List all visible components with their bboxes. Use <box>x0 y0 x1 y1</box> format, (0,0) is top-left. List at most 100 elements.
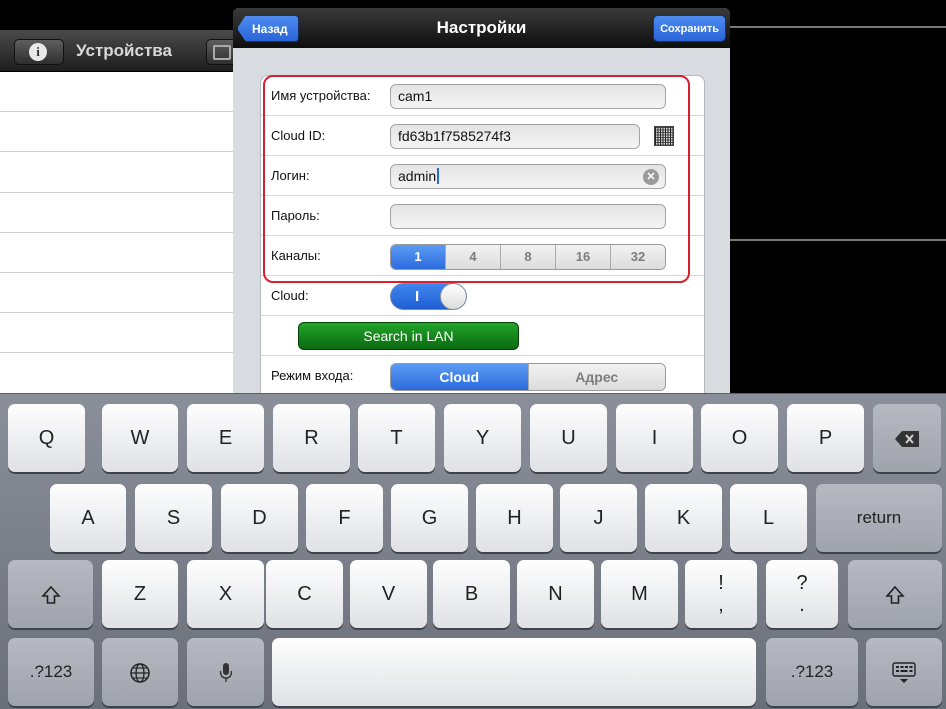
backspace-key[interactable] <box>873 404 941 472</box>
globe-icon <box>130 662 150 683</box>
modal-navigation-bar: Назад Настройки Сохранить <box>233 8 730 48</box>
hide-keyboard-key[interactable] <box>866 638 942 706</box>
channel-option-8[interactable]: 8 <box>500 245 555 269</box>
dictation-key[interactable] <box>187 638 264 706</box>
search-row: Search in LAN <box>261 316 704 356</box>
camera-view <box>728 0 946 395</box>
settings-modal: Назад Настройки Сохранить Имя устройства… <box>233 8 730 398</box>
devices-list <box>0 72 258 394</box>
channel-option-1[interactable]: 1 <box>391 245 445 269</box>
space-key[interactable] <box>272 638 756 706</box>
channel-option-4[interactable]: 4 <box>445 245 500 269</box>
screen: i Устройства Назад Настройки Сохранить И… <box>0 0 946 709</box>
key-n[interactable]: N <box>517 560 594 628</box>
shift-key-right[interactable] <box>848 560 942 628</box>
channels-segmented-control: 1 4 8 16 32 <box>390 244 666 270</box>
key-c[interactable]: C <box>266 560 343 628</box>
key-t[interactable]: T <box>358 404 435 472</box>
password-label: Пароль: <box>271 208 320 223</box>
list-item[interactable] <box>0 192 258 233</box>
numbers-key-left[interactable]: .?123 <box>8 638 94 706</box>
shift-icon <box>885 585 905 604</box>
key-k[interactable]: K <box>645 484 722 552</box>
login-mode-cloud[interactable]: Cloud <box>391 364 528 390</box>
channel-option-16[interactable]: 16 <box>555 245 610 269</box>
return-key[interactable]: return <box>816 484 942 552</box>
channels-label: Каналы: <box>271 248 321 263</box>
text-cursor <box>437 168 440 184</box>
key-e[interactable]: E <box>187 404 264 472</box>
onscreen-keyboard: Q W E R T Y U I O P A S D F G H J K L re… <box>0 393 946 709</box>
list-item[interactable] <box>0 232 258 273</box>
channel-option-32[interactable]: 32 <box>610 245 665 269</box>
key-upper-char: ! <box>718 572 724 594</box>
cloud-toggle-on-text: I <box>415 288 420 305</box>
key-lower-char: . <box>799 594 805 616</box>
key-h[interactable]: H <box>476 484 553 552</box>
login-value: admin <box>398 168 437 184</box>
shift-icon <box>40 585 61 604</box>
key-exclamation-comma[interactable]: ! , <box>685 560 757 628</box>
clear-text-icon[interactable]: ✕ <box>643 169 659 185</box>
login-mode-label: Режим входа: <box>271 368 354 383</box>
login-label: Логин: <box>271 168 310 183</box>
list-item[interactable] <box>0 112 258 153</box>
key-upper-char: ? <box>796 572 808 594</box>
channels-row: Каналы: 1 4 8 16 32 <box>261 236 704 276</box>
list-item[interactable] <box>0 72 258 113</box>
key-question-period[interactable]: ? . <box>766 560 838 628</box>
key-q[interactable]: Q <box>8 404 85 472</box>
devices-panel: i Устройства <box>0 0 258 395</box>
cloud-id-row: Cloud ID: fd63b1f7585274f3 <box>261 116 704 156</box>
list-item[interactable] <box>0 313 258 354</box>
hide-keyboard-icon <box>892 662 916 683</box>
list-item[interactable] <box>0 353 258 394</box>
globe-key[interactable] <box>102 638 178 706</box>
key-i[interactable]: I <box>616 404 693 472</box>
login-field[interactable]: admin ✕ <box>390 164 666 189</box>
cloud-toggle[interactable]: I <box>390 283 467 310</box>
search-in-lan-button[interactable]: Search in LAN <box>298 322 519 350</box>
key-j[interactable]: J <box>560 484 637 552</box>
divider <box>728 239 946 241</box>
key-z[interactable]: Z <box>102 560 178 628</box>
cloud-id-field[interactable]: fd63b1f7585274f3 <box>390 124 640 149</box>
key-p[interactable]: P <box>787 404 864 472</box>
divider <box>728 26 946 28</box>
device-name-label: Имя устройства: <box>271 88 371 103</box>
login-mode-address[interactable]: Адрес <box>527 364 665 390</box>
cloud-id-label: Cloud ID: <box>271 128 326 143</box>
save-button[interactable]: Сохранить <box>653 15 726 42</box>
key-s[interactable]: S <box>135 484 212 552</box>
list-item[interactable] <box>0 152 258 193</box>
numbers-key-right[interactable]: .?123 <box>766 638 858 706</box>
key-d[interactable]: D <box>221 484 298 552</box>
login-mode-row: Режим входа: Cloud Адрес <box>261 356 704 396</box>
key-a[interactable]: A <box>50 484 126 552</box>
key-f[interactable]: F <box>306 484 383 552</box>
key-l[interactable]: L <box>730 484 807 552</box>
key-g[interactable]: G <box>391 484 468 552</box>
login-mode-segmented-control: Cloud Адрес <box>390 363 666 391</box>
list-item[interactable] <box>0 272 258 314</box>
key-x[interactable]: X <box>187 560 264 628</box>
shift-key-left[interactable] <box>8 560 93 628</box>
cloud-label: Cloud: <box>271 288 309 303</box>
key-w[interactable]: W <box>102 404 178 472</box>
key-v[interactable]: V <box>350 560 427 628</box>
info-button[interactable]: i <box>14 39 64 65</box>
key-b[interactable]: B <box>433 560 510 628</box>
microphone-icon <box>219 662 232 682</box>
key-y[interactable]: Y <box>444 404 521 472</box>
key-u[interactable]: U <box>530 404 607 472</box>
password-row: Пароль: <box>261 196 704 236</box>
devices-title: Устройства <box>76 41 172 60</box>
device-name-field[interactable]: cam1 <box>390 84 666 109</box>
login-row: Логин: admin ✕ <box>261 156 704 196</box>
key-r[interactable]: R <box>273 404 350 472</box>
key-o[interactable]: O <box>701 404 778 472</box>
qr-code-icon[interactable] <box>654 126 674 146</box>
cloud-row: Cloud: I <box>261 276 704 316</box>
key-m[interactable]: M <box>601 560 678 628</box>
password-field[interactable] <box>390 204 666 229</box>
